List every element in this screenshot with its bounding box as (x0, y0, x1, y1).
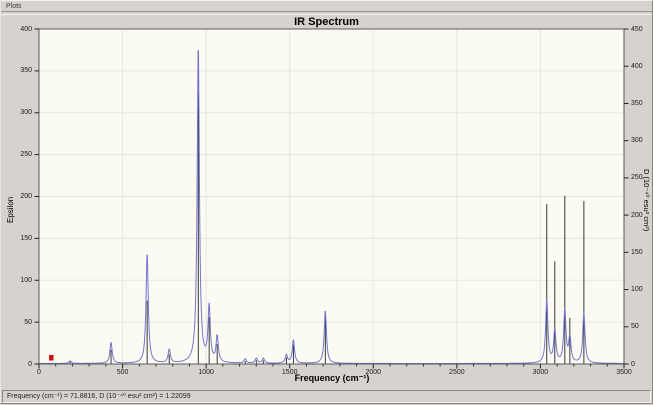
status-bar: Frequency (cm⁻¹) = 71.8816, D (10⁻⁴⁰ esu… (2, 390, 651, 403)
left-tick-label: 300 (20, 109, 32, 117)
spectrum-plot[interactable] (1, 1, 653, 405)
left-tick-label: 350 (20, 67, 32, 75)
right-tick-label: 300 (631, 137, 643, 145)
right-tick-label: 150 (631, 248, 643, 256)
right-tick-label: 0 (631, 360, 635, 368)
cursor-marker[interactable] (49, 355, 54, 361)
x-tick-label: 3000 (532, 369, 549, 376)
right-tick-label: 350 (631, 99, 643, 107)
left-tick-label: 0 (28, 360, 32, 368)
x-tick-label: 2500 (449, 369, 465, 376)
right-tick-label: 450 (631, 25, 643, 33)
status-text: Frequency (cm⁻¹) = 71.8816, D (10⁻⁴⁰ esu… (7, 393, 191, 400)
right-tick-label: 50 (631, 323, 639, 331)
x-axis-label: Frequency (cm⁻¹) (294, 373, 370, 383)
left-tick-label: 150 (20, 234, 32, 242)
left-tick-label: 250 (20, 151, 32, 159)
x-tick-label: 1000 (198, 369, 214, 376)
y-axis-label-right: D (10⁻⁴⁰ esu² cm²) (642, 169, 651, 232)
plots-window: Plots IR Spectrum 0 500 1000 1500 2000 2500 30… (0, 0, 653, 404)
left-tick-label: 50 (24, 318, 32, 326)
x-tick-label: 3500 (616, 369, 632, 376)
x-tick-label: 500 (116, 369, 129, 376)
spectrum-chart[interactable]: 0 500 1000 1500 2000 2500 3000 3500 0 50 100 150 200… (1, 1, 652, 403)
right-tick-label: 400 (631, 62, 643, 70)
right-tick-label: 100 (631, 286, 643, 294)
y-axis-label-left: Epsilon (6, 196, 15, 223)
x-tick-label: 0 (37, 369, 41, 376)
left-tick-label: 400 (20, 25, 32, 33)
left-tick-label: 100 (20, 276, 32, 284)
